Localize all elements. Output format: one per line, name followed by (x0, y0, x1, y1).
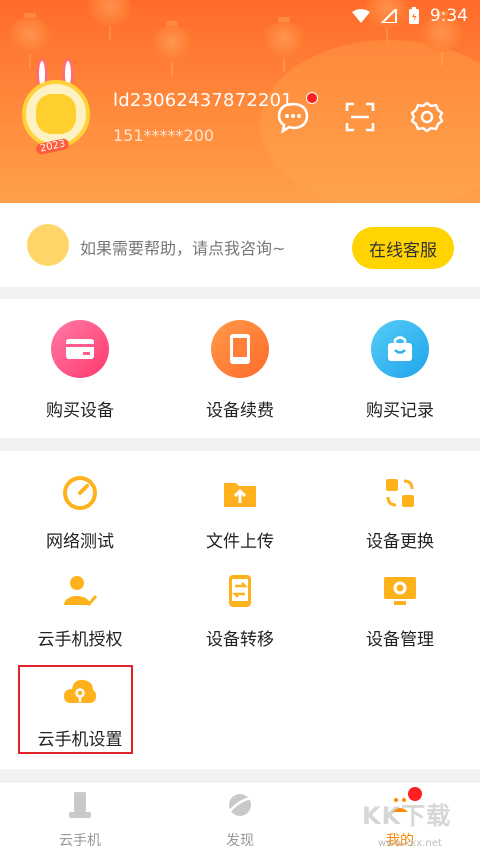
signal-icon (380, 9, 397, 23)
buy-device-label: 购买设备 (46, 401, 114, 421)
buy-device-button[interactable]: 购买设备 (0, 320, 160, 421)
battery-icon (408, 7, 419, 24)
avatar[interactable]: 2023 (18, 58, 94, 156)
assistant-mascot-icon (27, 224, 69, 266)
scan-icon[interactable] (343, 100, 377, 134)
settings-gear-icon[interactable] (410, 100, 444, 134)
lantern-decoration (150, 21, 194, 76)
purchase-history-label: 购买记录 (366, 401, 434, 421)
watermark-logo: KK下载 (362, 802, 452, 830)
planet-icon (229, 794, 252, 816)
device-transfer-label: 设备转移 (206, 630, 274, 650)
watermark-url: www.kkx.net (378, 838, 442, 849)
lantern-decoration (262, 17, 306, 72)
renew-device-label: 设备续费 (206, 401, 274, 421)
file-upload-label: 文件上传 (206, 532, 274, 552)
upload-folder-icon (224, 483, 256, 507)
user-check-icon (64, 576, 98, 607)
network-test-label: 网络测试 (46, 532, 114, 552)
transfer-icon (229, 575, 251, 607)
message-badge (306, 92, 318, 104)
tab-discover-label: 发现 (226, 833, 254, 849)
file-upload-button[interactable]: 文件上传 (160, 475, 320, 552)
network-test-button[interactable]: 网络测试 (0, 475, 160, 552)
highlight-box (18, 665, 133, 754)
bag-icon (371, 320, 429, 378)
phone-stand-icon (69, 792, 91, 818)
avatar-face (36, 94, 76, 134)
online-support-button[interactable]: 在线客服 (352, 227, 454, 269)
lantern-decoration (88, 0, 132, 40)
purchase-history-button[interactable]: 购买记录 (320, 320, 480, 421)
device-manage-button[interactable]: 设备管理 (320, 573, 480, 650)
phone-number: 151*****200 (113, 126, 215, 145)
device-swap-label: 设备更换 (366, 532, 434, 552)
tab-cloud-phone[interactable]: 云手机 (0, 790, 160, 850)
cloud-phone-authorize-button[interactable]: 云手机授权 (0, 573, 160, 650)
help-bar: 如果需要帮助，请点我咨询~ 在线客服 (0, 203, 480, 287)
tab-discover[interactable]: 发现 (160, 790, 320, 850)
monitor-gear-icon (384, 577, 416, 605)
status-bar: 9:34 (351, 0, 480, 32)
phone-icon (211, 320, 269, 378)
primary-actions-card: 购买设备 设备续费 购买记录 (0, 299, 480, 438)
cloud-phone-authorize-label: 云手机授权 (37, 630, 123, 650)
swap-icon (386, 479, 414, 507)
username: ld23062437872201 (113, 90, 293, 111)
device-manage-label: 设备管理 (366, 630, 434, 650)
tab-cloud-phone-label: 云手机 (59, 833, 101, 849)
device-transfer-button[interactable]: 设备转移 (160, 573, 320, 650)
device-swap-button[interactable]: 设备更换 (320, 475, 480, 552)
renew-device-button[interactable]: 设备续费 (160, 320, 320, 421)
lantern-decoration (8, 13, 52, 68)
card-icon (51, 320, 109, 378)
message-icon[interactable] (276, 100, 310, 134)
wifi-icon (351, 9, 370, 23)
speedometer-icon (63, 476, 97, 510)
help-text[interactable]: 如果需要帮助，请点我咨询~ (80, 235, 285, 259)
status-time: 9:34 (429, 6, 468, 26)
